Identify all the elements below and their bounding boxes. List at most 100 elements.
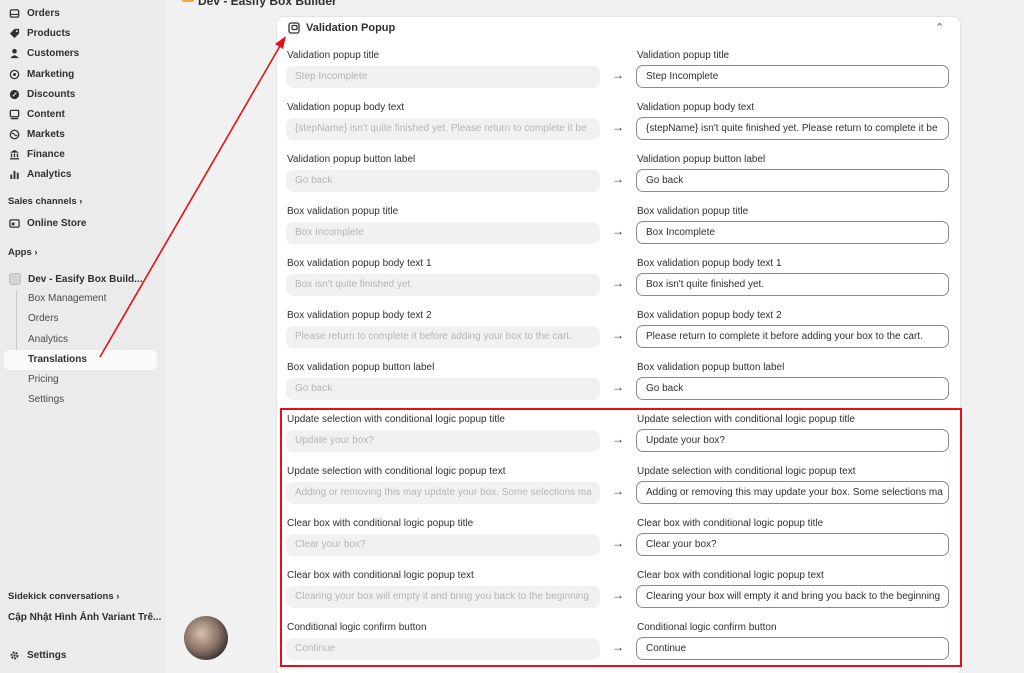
app-logo-icon: [182, 0, 194, 2]
translation-input[interactable]: Please return to complete it before addi…: [636, 325, 949, 348]
source-field: Step Incomplete: [286, 66, 600, 88]
source-label: Validation popup title: [287, 50, 380, 61]
sidebar-subitem-translations[interactable]: Translations: [28, 354, 87, 365]
content-icon: [8, 108, 20, 120]
sidebar-item-customers[interactable]: Customers: [8, 44, 79, 62]
sidekick-conversations-label[interactable]: Sidekick conversations ›: [8, 591, 119, 602]
target-icon: [8, 68, 20, 80]
sidebar-subitem-box-management[interactable]: Box Management: [28, 293, 106, 304]
arrow-right-icon: →: [612, 484, 624, 498]
arrow-right-icon: →: [612, 328, 624, 342]
arrow-right-icon: →: [612, 276, 624, 290]
sidebar-item-marketing[interactable]: Marketing: [8, 65, 74, 83]
source-field: Clearing your box will empty it and brin…: [286, 586, 600, 608]
arrow-right-icon: →: [612, 68, 624, 82]
translation-input[interactable]: Continue: [636, 637, 949, 660]
translation-input[interactable]: Adding or removing this may update your …: [636, 481, 949, 504]
translation-label: Update selection with conditional logic …: [637, 414, 855, 425]
bank-icon: [8, 148, 20, 160]
arrow-right-icon: →: [612, 536, 624, 550]
translation-label: Validation popup button label: [637, 154, 766, 165]
source-field: Box Incomplete: [286, 222, 600, 244]
translation-label: Box validation popup button label: [637, 362, 785, 373]
source-label: Update selection with conditional logic …: [287, 466, 506, 477]
sidebar-item-analytics[interactable]: Analytics: [8, 165, 71, 183]
translation-label: Update selection with conditional logic …: [637, 466, 856, 477]
sidebar-item-app[interactable]: Dev - Easify Box Build...: [28, 270, 142, 288]
store-icon: [8, 217, 20, 229]
person-icon: [8, 47, 20, 59]
translation-input[interactable]: Step Incomplete: [636, 65, 949, 88]
arrow-right-icon: →: [612, 432, 624, 446]
sidebar-item-content[interactable]: Content: [8, 105, 65, 123]
source-label: Box validation popup button label: [287, 362, 435, 373]
discount-icon: [8, 88, 20, 100]
translation-label: Clear box with conditional logic popup t…: [637, 518, 824, 529]
translation-input[interactable]: Go back: [636, 169, 949, 192]
card-title: Validation Popup: [306, 22, 396, 34]
source-field: {stepName} isn't quite finished yet. Ple…: [286, 118, 600, 140]
translation-label: Box validation popup body text 2: [637, 310, 782, 321]
arrow-right-icon: →: [612, 120, 624, 134]
sales-channels-label[interactable]: Sales channels ›: [8, 196, 82, 207]
sidebar: Orders Products Customers Marketing Discount…: [0, 0, 166, 673]
translation-label: Validation popup title: [637, 50, 730, 61]
sidebar-item-products[interactable]: Products: [8, 24, 70, 42]
source-label: Update selection with conditional logic …: [287, 414, 505, 425]
popup-icon: [288, 22, 300, 34]
arrow-right-icon: →: [612, 640, 624, 654]
source-label: Box validation popup body text 1: [287, 258, 432, 269]
sidebar-subitem-analytics[interactable]: Analytics: [28, 334, 68, 345]
source-field: Clear your box?: [286, 534, 600, 556]
arrow-right-icon: →: [612, 224, 624, 238]
tag-icon: [8, 27, 20, 39]
source-field: Adding or removing this may update your …: [286, 482, 600, 504]
sidebar-item-markets[interactable]: Markets: [8, 125, 65, 143]
apps-label[interactable]: Apps ›: [8, 247, 38, 258]
source-field: Box isn't quite finished yet.: [286, 274, 600, 296]
translation-label: Validation popup body text: [637, 102, 755, 113]
arrow-right-icon: →: [612, 172, 624, 186]
source-field: Continue: [286, 638, 600, 660]
translation-input[interactable]: Box Incomplete: [636, 221, 949, 244]
source-field: Go back: [286, 170, 600, 192]
sidebar-item-orders[interactable]: Orders: [8, 4, 60, 22]
source-field: Go back: [286, 378, 600, 400]
source-label: Clear box with conditional logic popup t…: [287, 518, 474, 529]
source-field: Please return to complete it before addi…: [286, 326, 600, 348]
translation-input[interactable]: {stepName} isn't quite finished yet. Ple…: [636, 117, 949, 140]
tree-line: [16, 291, 17, 359]
translation-input[interactable]: Update your box?: [636, 429, 949, 452]
source-label: Conditional logic confirm button: [287, 622, 427, 633]
arrow-right-icon: →: [612, 380, 624, 394]
source-field: Update your box?: [286, 430, 600, 452]
translation-label: Box validation popup title: [637, 206, 749, 217]
orders-icon: [8, 7, 20, 19]
chevron-up-icon[interactable]: ⌃: [935, 21, 944, 34]
breadcrumb: Dev - Easify Box Builder: [198, 0, 337, 8]
translation-input[interactable]: Clear your box?: [636, 533, 949, 556]
card-header[interactable]: Validation Popup: [288, 22, 395, 34]
globe-icon: [8, 128, 20, 140]
sidebar-subitem-settings[interactable]: Settings: [28, 394, 64, 405]
sidebar-subitem-orders[interactable]: Orders: [28, 313, 59, 324]
translation-label: Clear box with conditional logic popup t…: [637, 570, 824, 581]
conversation-item[interactable]: Cập Nhật Hình Ảnh Variant Trê...: [8, 612, 161, 623]
arrow-right-icon: →: [612, 588, 624, 602]
app-icon: [9, 273, 21, 285]
sidebar-subitem-pricing[interactable]: Pricing: [28, 374, 59, 385]
translation-label: Conditional logic confirm button: [637, 622, 777, 633]
gear-icon: [8, 649, 20, 661]
sidebar-item-online-store[interactable]: Online Store: [8, 214, 86, 232]
source-label: Validation popup button label: [287, 154, 416, 165]
sidebar-item-finance[interactable]: Finance: [8, 145, 65, 163]
translation-label: Box validation popup body text 1: [637, 258, 782, 269]
source-label: Box validation popup title: [287, 206, 399, 217]
sidebar-item-discounts[interactable]: Discounts: [8, 85, 75, 103]
translation-input[interactable]: Box isn't quite finished yet.: [636, 273, 949, 296]
avatar[interactable]: [184, 616, 228, 660]
bar-chart-icon: [8, 168, 20, 180]
translation-input[interactable]: Clearing your box will empty it and brin…: [636, 585, 949, 608]
sidebar-item-settings[interactable]: Settings: [8, 646, 66, 664]
translation-input[interactable]: Go back: [636, 377, 949, 400]
